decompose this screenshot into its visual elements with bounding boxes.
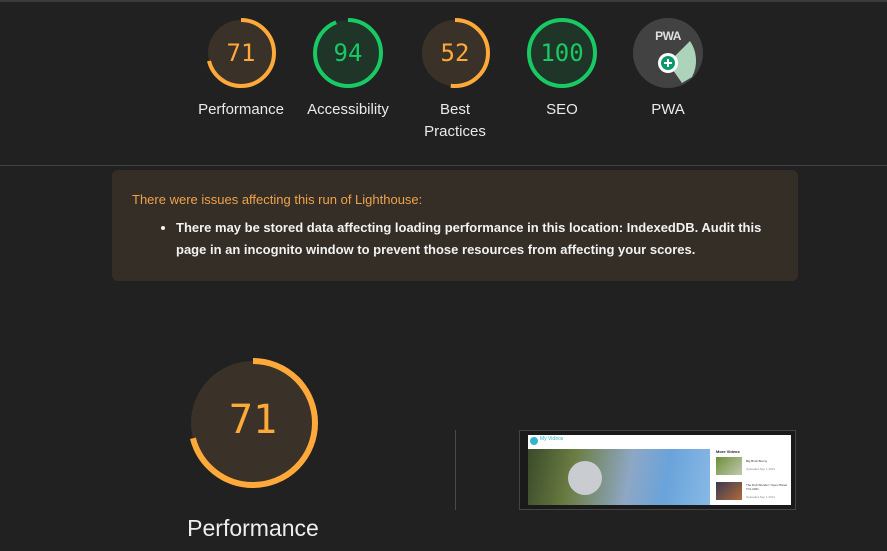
- best-practices-score: 52: [440, 39, 470, 67]
- score-seo[interactable]: 100 SEO: [507, 17, 617, 121]
- score-performance[interactable]: 71 Performance: [186, 17, 296, 121]
- score-accessibility[interactable]: 94 Accessibility: [293, 17, 403, 121]
- thumbnail-image: [716, 457, 742, 475]
- side-item-meta: Uploaded Sep 1 2021: [746, 467, 776, 471]
- seo-gauge[interactable]: 100: [526, 17, 598, 89]
- page-screenshot-thumbnail[interactable]: My Videos More Videos Big Buck Bunny Upl…: [519, 430, 796, 510]
- accessibility-gauge[interactable]: 94: [312, 17, 384, 89]
- performance-score: 71: [226, 39, 256, 67]
- video-character-image: [568, 461, 602, 495]
- seo-score: 100: [540, 39, 584, 67]
- score-pwa[interactable]: PWA PWA: [613, 17, 723, 121]
- best-practices-label: Best Practices: [424, 101, 486, 140]
- pwa-badge-text: PWA: [655, 29, 681, 43]
- warning-title: There were issues affecting this run of …: [132, 192, 423, 207]
- accessibility-label: Accessibility: [307, 101, 389, 118]
- performance-main-label: Performance: [187, 515, 319, 541]
- performance-main-gauge: 71: [185, 355, 321, 491]
- site-title: My Videos: [540, 436, 564, 442]
- pwa-badge-graphic: [633, 18, 703, 88]
- score-best-practices[interactable]: 52 Best Practices: [400, 17, 510, 143]
- site-logo-icon: [530, 437, 538, 445]
- accessibility-score: 94: [333, 39, 363, 67]
- warning-item: There may be stored data affecting loadi…: [176, 217, 778, 261]
- pwa-label: PWA: [651, 101, 685, 118]
- screenshot-content: My Videos More Videos Big Buck Bunny Upl…: [528, 435, 791, 505]
- warning-box: There were issues affecting this run of …: [112, 170, 798, 281]
- video-player-image: [528, 449, 710, 505]
- thumbnail-image: [716, 482, 742, 500]
- side-item-title: The Dub Wonder: Open Planet TVs 2021: [746, 483, 788, 491]
- performance-label: Performance: [198, 101, 284, 118]
- performance-main-score: 71: [228, 397, 278, 443]
- warning-list: There may be stored data affecting loadi…: [132, 217, 778, 261]
- side-item-title: Big Buck Bunny: [746, 459, 768, 463]
- side-item-meta: Uploaded Sep 1 2021: [746, 495, 776, 499]
- best-practices-gauge[interactable]: 52: [419, 17, 491, 89]
- section-divider: [455, 430, 456, 510]
- scores-header: 71 Performance 94 Accessibility 52 Best …: [0, 0, 887, 166]
- pwa-badge-icon[interactable]: PWA: [632, 17, 704, 89]
- seo-label: SEO: [546, 101, 578, 118]
- performance-gauge[interactable]: 71: [205, 17, 277, 89]
- side-title: More Videos: [716, 449, 740, 454]
